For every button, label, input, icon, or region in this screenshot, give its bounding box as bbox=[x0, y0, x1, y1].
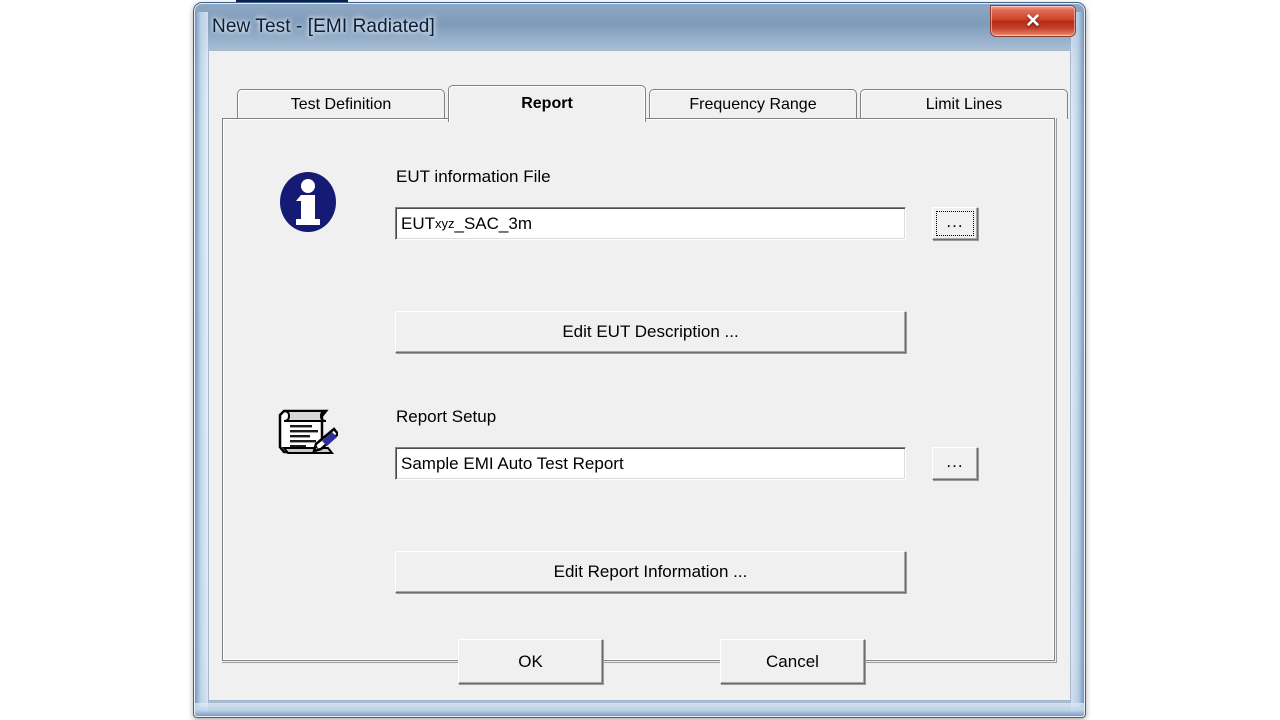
edit-report-information-button[interactable]: Edit Report Information ... bbox=[395, 551, 906, 593]
eut-information-file-input[interactable]: EUT xyz _SAC_3m bbox=[395, 207, 906, 240]
close-button[interactable]: ✕ bbox=[990, 5, 1076, 37]
button-label: OK bbox=[518, 651, 543, 671]
eut-file-value-middle: xyz bbox=[435, 216, 455, 231]
eut-information-file-label: EUT information File bbox=[396, 167, 551, 186]
window-border-bottom bbox=[195, 703, 1084, 716]
window-title: New Test - [EMI Radiated] bbox=[212, 16, 435, 37]
window-border-right bbox=[1071, 12, 1084, 712]
tab-panel-report: EUT information File EUT xyz _SAC_3m ... E… bbox=[222, 118, 1055, 661]
tab-label: Frequency Range bbox=[689, 95, 817, 113]
tab-label: Limit Lines bbox=[925, 95, 1003, 113]
dialog-client-area: Test Definition Report Frequency Range L… bbox=[208, 50, 1071, 701]
tab-report[interactable]: Report bbox=[448, 85, 646, 122]
tab-test-definition[interactable]: Test Definition bbox=[237, 89, 445, 119]
ellipsis-icon: ... bbox=[946, 451, 964, 471]
eut-file-browse-button[interactable]: ... bbox=[932, 207, 978, 240]
tab-label: Test Definition bbox=[290, 95, 392, 113]
edit-eut-description-button[interactable]: Edit EUT Description ... bbox=[395, 311, 906, 353]
close-icon: ✕ bbox=[1025, 10, 1041, 32]
tab-strip: Test Definition Report Frequency Range L… bbox=[237, 85, 1071, 122]
ok-button[interactable]: OK bbox=[458, 639, 603, 684]
tab-limit-lines[interactable]: Limit Lines bbox=[860, 89, 1068, 119]
tab-label: Report bbox=[521, 95, 573, 112]
report-setup-input[interactable]: Sample EMI Auto Test Report bbox=[395, 447, 906, 480]
window-border-left bbox=[195, 12, 208, 712]
dialog-window: New Test - [EMI Radiated] ✕ Test Definit… bbox=[193, 2, 1086, 718]
report-setup-browse-button[interactable]: ... bbox=[932, 447, 978, 480]
report-setup-value: Sample EMI Auto Test Report bbox=[401, 453, 624, 473]
report-setup-label: Report Setup bbox=[396, 407, 497, 426]
ellipsis-icon: ... bbox=[946, 211, 964, 231]
tab-frequency-range[interactable]: Frequency Range bbox=[649, 89, 857, 119]
button-label: Edit EUT Description ... bbox=[562, 322, 739, 341]
button-label: Cancel bbox=[766, 651, 819, 671]
screen: New Test - [EMI Radiated] ✕ Test Definit… bbox=[0, 0, 1280, 720]
report-pen-icon bbox=[278, 409, 338, 454]
title-bar[interactable]: New Test - [EMI Radiated] ✕ bbox=[193, 2, 1086, 50]
cancel-button[interactable]: Cancel bbox=[720, 639, 865, 684]
button-label: Edit Report Information ... bbox=[553, 562, 748, 581]
eut-file-value-suffix: _SAC_3m bbox=[454, 213, 532, 233]
eut-file-value-prefix: EUT bbox=[401, 213, 435, 233]
info-icon bbox=[280, 172, 336, 232]
